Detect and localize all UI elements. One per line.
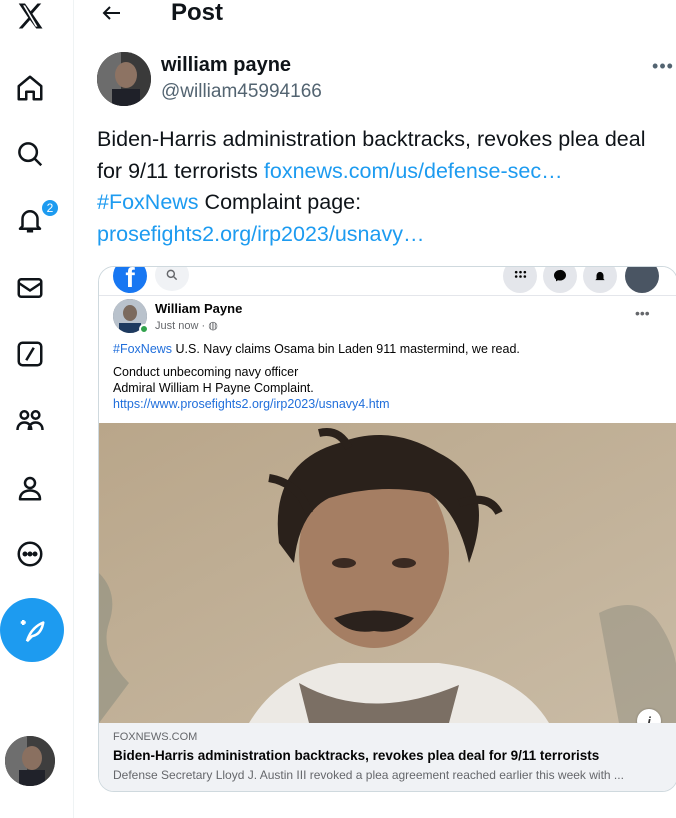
- mail-icon[interactable]: [12, 270, 48, 306]
- communities-icon[interactable]: [12, 402, 48, 438]
- news-photo: [99, 423, 676, 723]
- link-preview: FOXNEWS.COM Biden-Harris administration …: [99, 723, 676, 791]
- page-title: Post: [171, 0, 224, 26]
- facebook-profile-avatar: [625, 267, 659, 293]
- author-avatar[interactable]: [97, 52, 151, 106]
- post-compose-icon: [20, 620, 45, 643]
- author-name[interactable]: william payne: [161, 54, 291, 77]
- profile-icon[interactable]: [12, 470, 48, 506]
- main-column: Post william payne @william45994166 ••• …: [75, 0, 676, 818]
- post-text-part: Complaint page:: [198, 190, 362, 214]
- media-card[interactable]: f William Payne Just now · ◍ ••• #FoxNew…: [98, 266, 676, 792]
- fb-more-icon: •••: [635, 305, 650, 321]
- facebook-logo-icon: f: [113, 267, 147, 293]
- bell-icon[interactable]: 2: [12, 198, 60, 238]
- online-status-icon: [139, 324, 149, 334]
- post-text: Biden-Harris administration backtracks, …: [97, 124, 667, 250]
- messenger-icon: [543, 267, 577, 293]
- fb-hashtag: #FoxNews: [113, 342, 173, 356]
- fb-timestamp: Just now · ◍: [155, 319, 218, 332]
- search-icon[interactable]: [12, 136, 48, 172]
- grok-icon[interactable]: [12, 336, 48, 372]
- page-header: Post: [75, 0, 676, 30]
- preview-domain: FOXNEWS.COM: [113, 731, 198, 743]
- fb-line: U.S. Navy claims Osama bin Laden 911 mas…: [172, 342, 520, 356]
- sidebar-nav: 2: [0, 0, 74, 818]
- fb-author-name: William Payne: [155, 301, 243, 316]
- arrow-left-icon: [102, 6, 120, 20]
- author-handle[interactable]: @william45994166: [161, 81, 322, 103]
- facebook-topbar: f: [99, 267, 676, 296]
- post-link-complaint[interactable]: prosefights2.org/irp2023/usnavy…: [97, 222, 424, 246]
- notification-badge: 2: [40, 198, 60, 218]
- fb-line: Admiral William H Payne Complaint.: [113, 381, 314, 395]
- fb-timestamp-text: Just now ·: [155, 320, 209, 332]
- fb-post-text: #FoxNews U.S. Navy claims Osama bin Lade…: [113, 341, 663, 412]
- more-circle-icon[interactable]: [12, 536, 48, 572]
- bell-icon: [583, 267, 617, 293]
- fb-link: https://www.prosefights2.org/irp2023/usn…: [113, 397, 390, 411]
- post-link-foxnews[interactable]: foxnews.com/us/defense-sec…: [264, 159, 563, 183]
- compose-post-button[interactable]: [0, 598, 64, 662]
- post-hashtag[interactable]: #FoxNews: [97, 190, 199, 214]
- globe-icon: ◍: [208, 320, 218, 332]
- back-button[interactable]: [97, 0, 127, 26]
- x-logo-icon[interactable]: [12, 0, 48, 32]
- home-icon[interactable]: [12, 70, 48, 106]
- menu-grid-icon: [503, 267, 537, 293]
- preview-title: Biden-Harris administration backtracks, …: [113, 748, 600, 763]
- fb-line: Conduct unbecoming navy officer: [113, 365, 299, 379]
- preview-description: Defense Secretary Lloyd J. Austin III re…: [113, 768, 624, 782]
- more-options-button[interactable]: •••: [651, 54, 675, 78]
- search-icon: [155, 267, 189, 291]
- account-avatar[interactable]: [5, 736, 55, 786]
